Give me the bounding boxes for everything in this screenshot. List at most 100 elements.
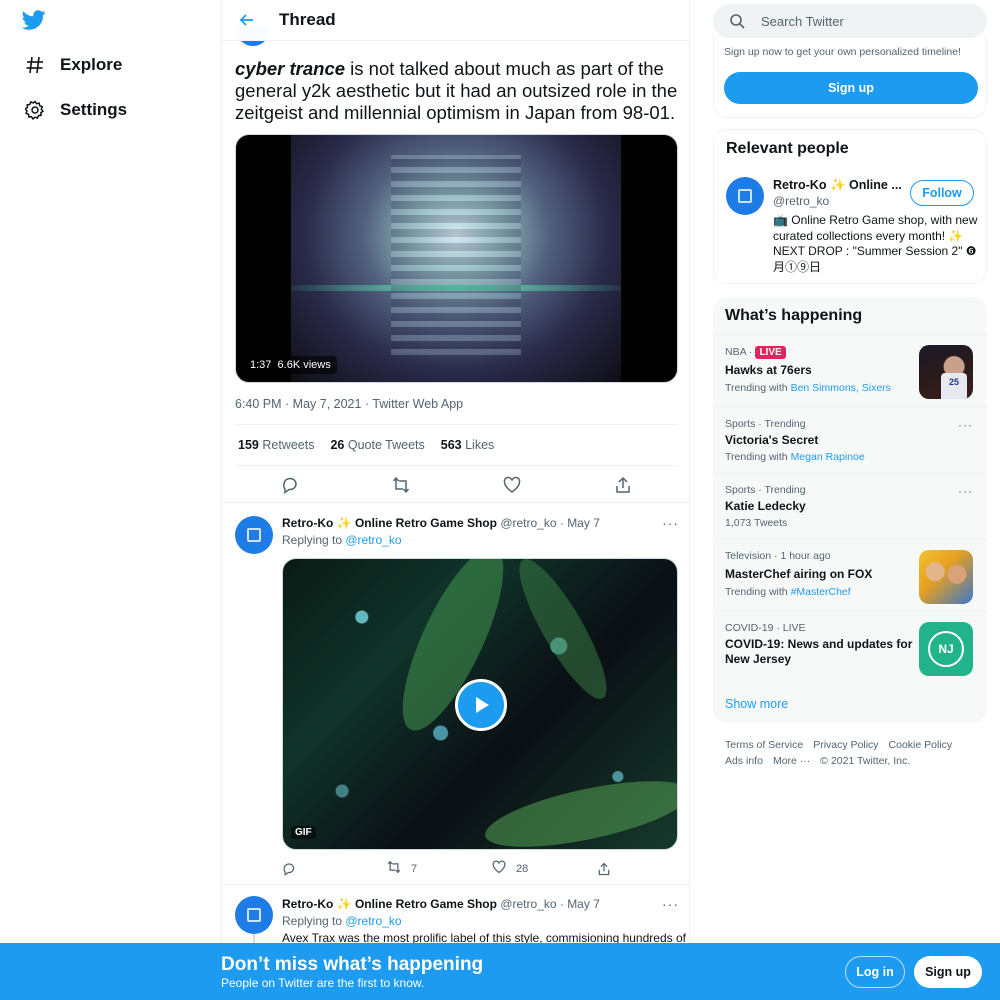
tweet-video[interactable]: 1:37 6.6K views <box>235 134 678 383</box>
panel-title: What’s happening <box>725 307 863 324</box>
reply-icon[interactable] <box>279 474 301 496</box>
divider <box>235 465 678 466</box>
banner-headline: Don’t miss what’s happening <box>221 954 484 975</box>
retweet-button[interactable]: 7 <box>387 860 492 877</box>
copyright: © 2021 Twitter, Inc. <box>820 755 911 767</box>
reply-actions: 7 28 <box>282 860 689 877</box>
jersey-number: 25 <box>941 373 967 399</box>
footer-links: Terms of Service Privacy Policy Cookie Pol… <box>725 737 975 769</box>
stat-quote-tweets[interactable]: 26 Quote Tweets <box>330 438 424 452</box>
like-count: 28 <box>516 862 529 875</box>
trend-thumbnail: 25 <box>919 345 973 399</box>
gif-badge: GIF <box>291 826 316 839</box>
trend-item[interactable]: Sports · Trending ··· Victoria's Secret … <box>713 407 987 473</box>
trend-category: Television · 1 hour ago <box>725 550 831 562</box>
retweet-icon[interactable] <box>390 474 412 496</box>
left-navigation: Explore Settings <box>0 0 221 1000</box>
avatar[interactable] <box>235 896 273 934</box>
nav-item-settings[interactable]: Settings <box>24 98 127 122</box>
relevant-user-handle[interactable]: @retro_ko <box>773 194 829 208</box>
back-arrow-icon[interactable] <box>238 11 256 29</box>
signup-banner: Don’t miss what’s happening People on Tw… <box>0 943 1000 1000</box>
show-more-link[interactable]: Show more <box>725 697 788 711</box>
tweet-actions <box>235 474 678 496</box>
avatar[interactable] <box>235 516 273 554</box>
relevant-user-bio: 📺 Online Retro Game shop, with new curat… <box>773 213 978 274</box>
share-icon[interactable] <box>612 474 634 496</box>
video-meta: 1:37 6.6K views <box>244 356 337 374</box>
signup-button[interactable]: Sign up <box>724 72 978 104</box>
trend-subtext: 1,073 Tweets <box>725 517 788 529</box>
trend-category: NBA · LIVE <box>725 346 786 359</box>
trend-name: Katie Ledecky <box>725 499 806 513</box>
reply-header: Retro-Ko ✨ Online Retro Game Shop @retro… <box>282 516 600 530</box>
trend-subtext: Trending with Ben Simmons, Sixers <box>725 382 891 394</box>
nav-item-label: Explore <box>60 55 123 74</box>
trend-item[interactable]: Television · 1 hour ago MasterChef airin… <box>713 539 987 611</box>
relevant-people-panel: Relevant people Retro-Ko ✨ Online ... @r… <box>713 129 987 284</box>
like-button[interactable]: 28 <box>492 860 597 877</box>
reply-header: Retro-Ko ✨ Online Retro Game Shop @retro… <box>282 897 600 911</box>
search-input[interactable]: Search Twitter <box>761 14 844 29</box>
replying-to: Replying to @retro_ko <box>282 914 402 928</box>
live-badge: LIVE <box>755 346 786 359</box>
more-options-icon[interactable]: ··· <box>662 896 679 912</box>
trend-thumbnail: NJ <box>919 622 973 676</box>
footer-link[interactable]: Cookie Policy <box>889 739 953 751</box>
search-icon <box>729 13 745 29</box>
stat-retweets[interactable]: 159 Retweets <box>238 438 314 452</box>
replying-to-link[interactable]: @retro_ko <box>345 914 401 928</box>
follow-button[interactable]: Follow <box>910 180 974 206</box>
reply-author-name[interactable]: Retro-Ko ✨ Online Retro Game Shop <box>282 516 497 530</box>
footer-more-link[interactable]: More ··· <box>773 755 810 767</box>
tweet-stats: 159 Retweets 26 Quote Tweets 563 Likes <box>238 438 494 452</box>
stat-likes[interactable]: 563 Likes <box>441 438 495 452</box>
thread-column: Thread cyber trance is not talked about … <box>221 0 690 1000</box>
reply-handle[interactable]: @retro_ko <box>500 897 556 911</box>
replying-to-link[interactable]: @retro_ko <box>345 533 401 547</box>
like-icon <box>492 860 506 877</box>
video-frame <box>291 135 621 382</box>
nav-item-explore[interactable]: Explore <box>24 53 122 77</box>
trend-subtext: Trending with Megan Rapinoe <box>725 451 865 463</box>
reply-author-name[interactable]: Retro-Ko ✨ Online Retro Game Shop <box>282 897 497 911</box>
tweet-timestamp[interactable]: 6:40 PM · May 7, 2021 · Twitter Web App <box>235 397 463 411</box>
reply-handle[interactable]: @retro_ko <box>500 516 556 530</box>
footer-link[interactable]: Terms of Service <box>725 739 803 751</box>
trend-item[interactable]: Sports · Trending ··· Katie Ledecky 1,07… <box>713 473 987 539</box>
reply-date[interactable]: · May 7 <box>560 516 600 530</box>
trend-item[interactable]: NBA · LIVE Hawks at 76ers Trending with B… <box>713 335 987 407</box>
trend-name: MasterChef airing on FOX <box>725 567 873 581</box>
trend-thumbnail <box>919 550 973 604</box>
reply-icon[interactable] <box>282 862 387 876</box>
gear-icon <box>24 99 46 121</box>
trend-name: Victoria's Secret <box>725 433 819 447</box>
nav-item-label: Settings <box>60 100 128 119</box>
video-duration: 1:37 <box>250 359 272 371</box>
signup-button[interactable]: Sign up <box>914 956 982 988</box>
relevant-user-name[interactable]: Retro-Ko ✨ Online ... <box>773 178 903 193</box>
login-button[interactable]: Log in <box>845 956 905 988</box>
thread-header: Thread <box>222 0 689 41</box>
play-icon[interactable] <box>455 679 507 731</box>
retweet-icon <box>387 860 401 877</box>
more-options-icon[interactable]: ··· <box>958 484 973 498</box>
search-bar[interactable]: Search Twitter <box>713 4 987 38</box>
footer-link[interactable]: Privacy Policy <box>813 739 878 751</box>
share-icon[interactable] <box>597 862 689 876</box>
more-options-icon[interactable]: ··· <box>662 515 679 531</box>
whats-happening-panel: What’s happening NBA · LIVE Hawks at 76er… <box>713 297 987 723</box>
signup-text: Sign up now to get your own personalized… <box>724 46 961 58</box>
trend-item[interactable]: COVID-19 · LIVE COVID-19: News and updat… <box>713 611 987 689</box>
twitter-logo-icon[interactable] <box>21 8 46 32</box>
reply-date[interactable]: · May 7 <box>560 897 600 911</box>
replying-to: Replying to @retro_ko <box>282 533 402 547</box>
reply-gif[interactable]: GIF <box>282 558 678 850</box>
like-icon[interactable] <box>501 474 523 496</box>
nj-badge: NJ <box>928 631 964 667</box>
more-options-icon[interactable]: ··· <box>958 418 973 432</box>
footer-link[interactable]: Ads info <box>725 755 763 767</box>
trend-category: Sports · Trending <box>725 484 806 496</box>
avatar[interactable] <box>726 177 764 215</box>
retweet-count: 7 <box>411 862 418 875</box>
